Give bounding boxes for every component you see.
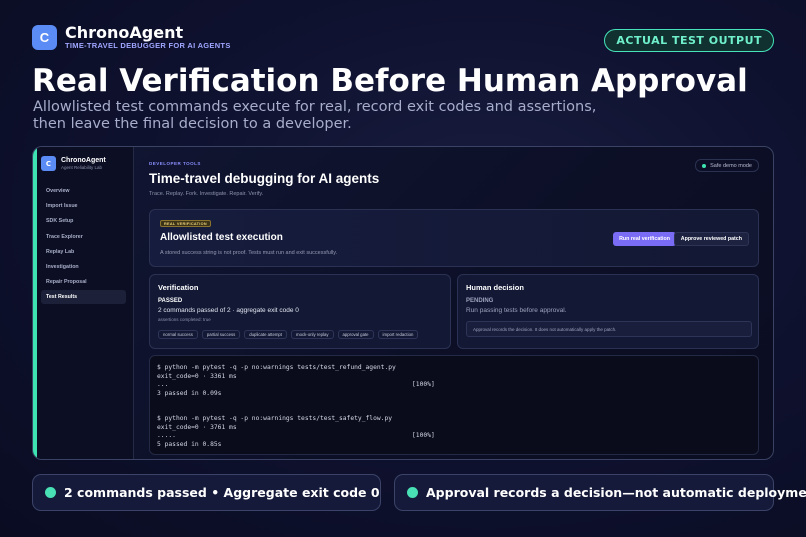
terminal-progress: ..... <box>157 432 176 439</box>
status-dot-icon <box>702 163 707 168</box>
sidebar-item-replay-lab[interactable]: Replay Lab <box>41 245 126 259</box>
terminal-percent: [100%] <box>412 432 435 439</box>
sidebar-item-repair-proposal[interactable]: Repair Proposal <box>41 275 126 289</box>
sidebar-brand: C ChronoAgent Agent Reliability Lab <box>41 156 106 171</box>
verification-summary: 2 commands passed of 2 · aggregate exit … <box>158 307 299 314</box>
actual-test-output-badge: ACTUAL TEST OUTPUT <box>604 29 774 52</box>
verification-panel-description: A stored success string is not proof. Te… <box>160 250 338 256</box>
page-subhead: Allowlisted test commands execute for re… <box>33 99 597 132</box>
human-decision-status: PENDING <box>466 298 494 304</box>
human-decision-summary: Run passing tests before approval. <box>466 307 567 314</box>
sidebar-item-test-results[interactable]: Test Results <box>41 290 126 305</box>
tag-chip: approval gate <box>337 330 374 339</box>
approval-note: Approval records the decision. It does n… <box>466 321 752 337</box>
terminal-output: $ python -m pytest -q -p no:warnings tes… <box>149 355 759 455</box>
tag-chip: partial success <box>201 330 241 339</box>
brand-logo: C <box>32 24 57 50</box>
brand-tagline: TIME-TRAVEL DEBUGGER FOR AI AGENTS <box>65 41 231 50</box>
commands-passed-text: 2 commands passed • Aggregate exit code … <box>64 485 380 500</box>
status-dot-icon <box>45 487 56 498</box>
terminal-exit-code: exit_code=0 · 3761 ms <box>157 423 237 431</box>
run-verification-button[interactable]: Run real verification <box>613 232 676 246</box>
sidebar-nav: Overview Import Issue SDK Setup Trace Ex… <box>41 184 126 306</box>
tag-chip: duplicate attempt <box>244 330 288 339</box>
terminal-command: $ python -m pytest -q -p no:warnings tes… <box>157 415 393 422</box>
verification-panel-title: Allowlisted test execution <box>160 232 283 243</box>
brand-text: ChronoAgent TIME-TRAVEL DEBUGGER FOR AI … <box>65 24 231 50</box>
real-verification-panel: REAL VERIFICATION Allowlisted test execu… <box>149 209 759 267</box>
approve-patch-button[interactable]: Approve reviewed patch <box>673 232 749 246</box>
approval-callout-text: Approval records a decision—not automati… <box>426 485 806 500</box>
verification-detail: assertions completed: true <box>158 317 211 322</box>
sidebar-subtitle: Agent Reliability Lab <box>61 165 103 170</box>
page-headline: Real Verification Before Human Approval <box>32 63 748 99</box>
human-decision-heading: Human decision <box>466 283 524 292</box>
terminal-result: 5 passed in 0.85s <box>157 440 222 448</box>
test-tags: normal success partial success duplicate… <box>158 330 419 339</box>
safe-mode-badge: Safe demo mode <box>695 159 759 172</box>
app-window: C ChronoAgent Agent Reliability Lab Over… <box>32 146 774 460</box>
approval-callout: Approval records a decision—not automati… <box>394 474 806 511</box>
main-title: Time-travel debugging for AI agents <box>149 171 380 186</box>
verification-card: Verification PASSED 2 commands passed of… <box>149 274 451 349</box>
terminal-result: 3 passed in 0.09s <box>157 389 222 397</box>
safe-mode-label: Safe demo mode <box>710 162 752 169</box>
sidebar-item-import-issue[interactable]: Import Issue <box>41 199 126 213</box>
verification-status: PASSED <box>158 298 183 304</box>
sidebar-logo: C <box>41 156 56 171</box>
sidebar-item-overview[interactable]: Overview <box>41 184 126 198</box>
tag-chip: import redaction <box>377 330 419 339</box>
sidebar: C ChronoAgent Agent Reliability Lab Over… <box>37 147 134 459</box>
sidebar-item-sdk-setup[interactable]: SDK Setup <box>41 214 126 228</box>
main-content: DEVELOPER TOOLS Safe demo mode Time-trav… <box>149 147 773 459</box>
tag-chip: mock-only replay <box>291 330 334 339</box>
terminal-exit-code: exit_code=0 · 3361 ms <box>157 372 237 380</box>
terminal-percent: [100%] <box>412 381 435 388</box>
sidebar-item-investigation[interactable]: Investigation <box>41 260 126 274</box>
eyebrow-label: DEVELOPER TOOLS <box>149 161 201 166</box>
terminal-progress: ... <box>157 381 169 388</box>
brand: C ChronoAgent TIME-TRAVEL DEBUGGER FOR A… <box>32 24 231 50</box>
verification-heading: Verification <box>158 283 199 292</box>
real-verification-pill: REAL VERIFICATION <box>160 220 211 227</box>
commands-passed-callout: 2 commands passed • Aggregate exit code … <box>32 474 381 511</box>
sidebar-item-trace-explorer[interactable]: Trace Explorer <box>41 230 126 244</box>
main-subtitle: Trace. Replay. Fork. Investigate. Repair… <box>149 191 264 197</box>
brand-name: ChronoAgent <box>65 23 184 42</box>
terminal-command: $ python -m pytest -q -p no:warnings tes… <box>157 364 396 371</box>
status-dot-icon <box>407 487 418 498</box>
human-decision-card: Human decision PENDING Run passing tests… <box>457 274 759 349</box>
sidebar-title: ChronoAgent <box>61 157 106 164</box>
tag-chip: normal success <box>158 330 198 339</box>
